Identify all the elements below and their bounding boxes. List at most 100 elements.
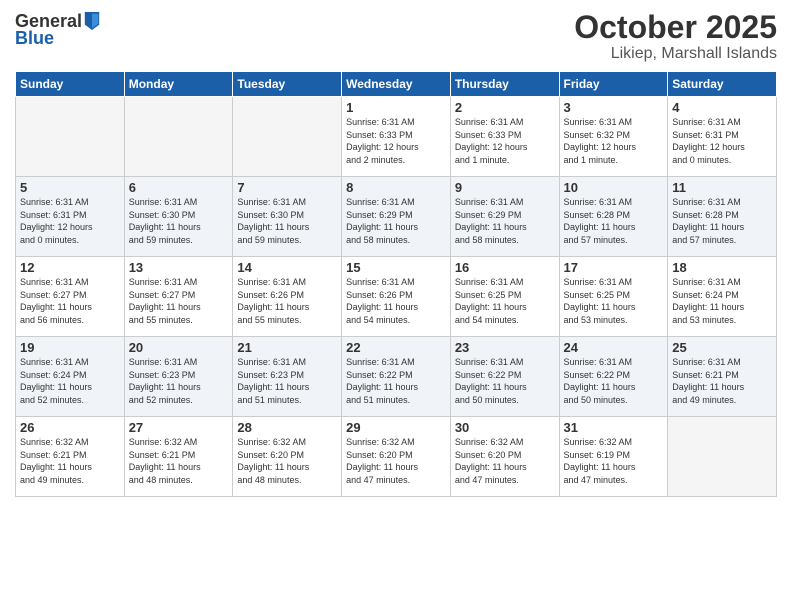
day-info: Sunrise: 6:31 AM Sunset: 6:30 PM Dayligh… [237,196,337,246]
day-number: 21 [237,340,337,355]
day-number: 5 [20,180,120,195]
month-title: October 2025 [574,10,777,45]
day-info: Sunrise: 6:31 AM Sunset: 6:33 PM Dayligh… [346,116,446,166]
day-info: Sunrise: 6:31 AM Sunset: 6:26 PM Dayligh… [237,276,337,326]
day-info: Sunrise: 6:31 AM Sunset: 6:29 PM Dayligh… [346,196,446,246]
table-row: 1Sunrise: 6:31 AM Sunset: 6:33 PM Daylig… [342,97,451,177]
day-info: Sunrise: 6:32 AM Sunset: 6:20 PM Dayligh… [346,436,446,486]
table-row [233,97,342,177]
day-number: 22 [346,340,446,355]
table-row: 21Sunrise: 6:31 AM Sunset: 6:23 PM Dayli… [233,337,342,417]
table-row: 28Sunrise: 6:32 AM Sunset: 6:20 PM Dayli… [233,417,342,497]
day-number: 30 [455,420,555,435]
day-info: Sunrise: 6:32 AM Sunset: 6:21 PM Dayligh… [129,436,229,486]
day-info: Sunrise: 6:31 AM Sunset: 6:26 PM Dayligh… [346,276,446,326]
day-info: Sunrise: 6:31 AM Sunset: 6:27 PM Dayligh… [20,276,120,326]
day-info: Sunrise: 6:31 AM Sunset: 6:31 PM Dayligh… [672,116,772,166]
table-row: 12Sunrise: 6:31 AM Sunset: 6:27 PM Dayli… [16,257,125,337]
title-block: October 2025 Likiep, Marshall Islands [574,10,777,63]
logo: General Blue [15,10,101,49]
day-number: 16 [455,260,555,275]
table-row: 27Sunrise: 6:32 AM Sunset: 6:21 PM Dayli… [124,417,233,497]
day-info: Sunrise: 6:31 AM Sunset: 6:28 PM Dayligh… [672,196,772,246]
table-row: 30Sunrise: 6:32 AM Sunset: 6:20 PM Dayli… [450,417,559,497]
day-info: Sunrise: 6:31 AM Sunset: 6:27 PM Dayligh… [129,276,229,326]
day-number: 1 [346,100,446,115]
day-number: 31 [564,420,664,435]
day-info: Sunrise: 6:31 AM Sunset: 6:31 PM Dayligh… [20,196,120,246]
day-number: 4 [672,100,772,115]
table-row [668,417,777,497]
table-row: 11Sunrise: 6:31 AM Sunset: 6:28 PM Dayli… [668,177,777,257]
col-friday: Friday [559,72,668,97]
table-row: 31Sunrise: 6:32 AM Sunset: 6:19 PM Dayli… [559,417,668,497]
calendar-week-row: 12Sunrise: 6:31 AM Sunset: 6:27 PM Dayli… [16,257,777,337]
table-row: 6Sunrise: 6:31 AM Sunset: 6:30 PM Daylig… [124,177,233,257]
table-row: 14Sunrise: 6:31 AM Sunset: 6:26 PM Dayli… [233,257,342,337]
table-row: 26Sunrise: 6:32 AM Sunset: 6:21 PM Dayli… [16,417,125,497]
day-info: Sunrise: 6:31 AM Sunset: 6:22 PM Dayligh… [346,356,446,406]
day-number: 19 [20,340,120,355]
table-row: 4Sunrise: 6:31 AM Sunset: 6:31 PM Daylig… [668,97,777,177]
day-info: Sunrise: 6:31 AM Sunset: 6:24 PM Dayligh… [20,356,120,406]
day-info: Sunrise: 6:31 AM Sunset: 6:30 PM Dayligh… [129,196,229,246]
logo-icon [83,10,101,32]
day-number: 20 [129,340,229,355]
table-row: 20Sunrise: 6:31 AM Sunset: 6:23 PM Dayli… [124,337,233,417]
day-info: Sunrise: 6:31 AM Sunset: 6:22 PM Dayligh… [564,356,664,406]
table-row: 13Sunrise: 6:31 AM Sunset: 6:27 PM Dayli… [124,257,233,337]
day-info: Sunrise: 6:31 AM Sunset: 6:32 PM Dayligh… [564,116,664,166]
day-number: 17 [564,260,664,275]
table-row: 22Sunrise: 6:31 AM Sunset: 6:22 PM Dayli… [342,337,451,417]
day-number: 12 [20,260,120,275]
table-row: 16Sunrise: 6:31 AM Sunset: 6:25 PM Dayli… [450,257,559,337]
day-info: Sunrise: 6:31 AM Sunset: 6:24 PM Dayligh… [672,276,772,326]
calendar-week-row: 5Sunrise: 6:31 AM Sunset: 6:31 PM Daylig… [16,177,777,257]
day-info: Sunrise: 6:31 AM Sunset: 6:25 PM Dayligh… [564,276,664,326]
day-number: 10 [564,180,664,195]
table-row [124,97,233,177]
table-row: 15Sunrise: 6:31 AM Sunset: 6:26 PM Dayli… [342,257,451,337]
day-info: Sunrise: 6:32 AM Sunset: 6:19 PM Dayligh… [564,436,664,486]
day-number: 18 [672,260,772,275]
day-info: Sunrise: 6:31 AM Sunset: 6:28 PM Dayligh… [564,196,664,246]
table-row: 5Sunrise: 6:31 AM Sunset: 6:31 PM Daylig… [16,177,125,257]
col-tuesday: Tuesday [233,72,342,97]
day-number: 7 [237,180,337,195]
table-row: 24Sunrise: 6:31 AM Sunset: 6:22 PM Dayli… [559,337,668,417]
day-number: 3 [564,100,664,115]
calendar: Sunday Monday Tuesday Wednesday Thursday… [15,71,777,497]
day-info: Sunrise: 6:31 AM Sunset: 6:23 PM Dayligh… [129,356,229,406]
day-number: 28 [237,420,337,435]
day-info: Sunrise: 6:32 AM Sunset: 6:20 PM Dayligh… [455,436,555,486]
day-number: 15 [346,260,446,275]
day-number: 14 [237,260,337,275]
table-row: 8Sunrise: 6:31 AM Sunset: 6:29 PM Daylig… [342,177,451,257]
table-row: 29Sunrise: 6:32 AM Sunset: 6:20 PM Dayli… [342,417,451,497]
calendar-header-row: Sunday Monday Tuesday Wednesday Thursday… [16,72,777,97]
col-sunday: Sunday [16,72,125,97]
col-saturday: Saturday [668,72,777,97]
col-wednesday: Wednesday [342,72,451,97]
day-info: Sunrise: 6:31 AM Sunset: 6:29 PM Dayligh… [455,196,555,246]
day-number: 9 [455,180,555,195]
day-number: 8 [346,180,446,195]
table-row: 9Sunrise: 6:31 AM Sunset: 6:29 PM Daylig… [450,177,559,257]
table-row [16,97,125,177]
day-number: 26 [20,420,120,435]
header: General Blue October 2025 Likiep, Marsha… [15,10,777,63]
table-row: 18Sunrise: 6:31 AM Sunset: 6:24 PM Dayli… [668,257,777,337]
day-number: 13 [129,260,229,275]
day-number: 27 [129,420,229,435]
day-info: Sunrise: 6:32 AM Sunset: 6:20 PM Dayligh… [237,436,337,486]
calendar-week-row: 1Sunrise: 6:31 AM Sunset: 6:33 PM Daylig… [16,97,777,177]
page-container: General Blue October 2025 Likiep, Marsha… [0,0,792,612]
table-row: 10Sunrise: 6:31 AM Sunset: 6:28 PM Dayli… [559,177,668,257]
day-number: 2 [455,100,555,115]
day-number: 25 [672,340,772,355]
day-info: Sunrise: 6:31 AM Sunset: 6:21 PM Dayligh… [672,356,772,406]
calendar-week-row: 19Sunrise: 6:31 AM Sunset: 6:24 PM Dayli… [16,337,777,417]
day-number: 23 [455,340,555,355]
calendar-week-row: 26 Sunrise: 6:32 AM Sunset: 6:21 PM Dayli… [16,417,777,497]
table-row: 2Sunrise: 6:31 AM Sunset: 6:33 PM Daylig… [450,97,559,177]
